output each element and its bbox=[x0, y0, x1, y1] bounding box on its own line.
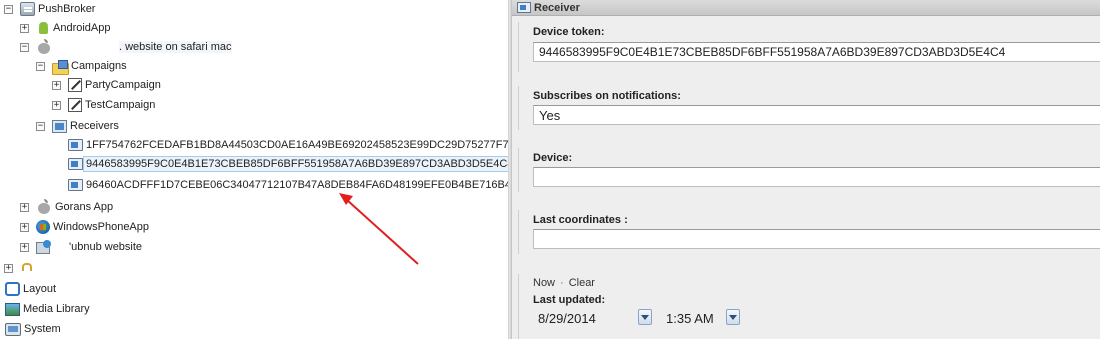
coordinates-field[interactable] bbox=[533, 229, 1100, 249]
expand-toggle[interactable]: + bbox=[20, 242, 29, 252]
system-icon bbox=[5, 322, 21, 336]
tree-node-label[interactable]: 'ubnub website bbox=[69, 241, 142, 253]
device-icon bbox=[68, 158, 83, 170]
tree-node-partycampaign[interactable]: + PartyCampaign bbox=[52, 76, 161, 94]
device-icon bbox=[68, 179, 83, 191]
date-picker[interactable]: 8/29/2014 bbox=[533, 308, 653, 328]
tree-node-label[interactable]: WindowsPhoneApp bbox=[53, 221, 149, 233]
subscribes-section: Subscribes on notifications: Yes bbox=[518, 86, 1100, 130]
now-link[interactable]: Now bbox=[533, 277, 555, 289]
tree-node-label[interactable]: 96460ACDFFF1D7CEBE06C34047712107B47A8DEB… bbox=[86, 179, 511, 191]
tree-node-collapsed[interactable]: + bbox=[4, 259, 33, 277]
tree-node-receiver[interactable]: 96460ACDFFF1D7CEBE06C34047712107B47A8DEB… bbox=[68, 176, 511, 194]
device-token-field[interactable]: 9446583995F9C0E4B1E73CBEB85DF6BFF551958A… bbox=[533, 42, 1100, 62]
layout-icon bbox=[5, 282, 20, 296]
module-label[interactable]: Media Library bbox=[23, 303, 90, 315]
subscribes-label: Subscribes on notifications: bbox=[533, 90, 681, 102]
tree-node-gorans-app[interactable]: + Gorans App bbox=[20, 198, 113, 216]
device-label: Device: bbox=[533, 152, 573, 164]
campaigns-folder-icon bbox=[52, 59, 69, 75]
campaign-icon bbox=[68, 98, 82, 112]
module-label[interactable]: Layout bbox=[23, 283, 56, 295]
tree-node-campaigns[interactable]: − Campaigns bbox=[36, 57, 127, 75]
panel-title: Receiver bbox=[534, 1, 580, 14]
apple-icon bbox=[36, 39, 52, 55]
collapse-toggle[interactable]: − bbox=[36, 121, 45, 131]
expand-toggle[interactable]: + bbox=[52, 100, 61, 110]
tree-node-label[interactable]: PushBroker bbox=[38, 3, 95, 15]
arrow-shaft bbox=[346, 199, 419, 265]
content-tree: − PushBroker + AndroidApp − . website on… bbox=[0, 0, 517, 339]
tree-node-label[interactable]: AndroidApp bbox=[53, 22, 111, 34]
tree-node-label[interactable]: 9446583995F9C0E4B1E73CBEB85DF6BFF551958A… bbox=[83, 156, 517, 172]
time-picker[interactable]: 1:35 AM bbox=[661, 308, 741, 328]
receivers-folder-icon bbox=[52, 119, 67, 133]
coordinates-label: Last coordinates : bbox=[533, 214, 628, 226]
coordinates-section: Last coordinates : bbox=[518, 210, 1100, 254]
subscribes-field[interactable]: Yes bbox=[533, 105, 1100, 125]
chevron-down-icon[interactable] bbox=[638, 309, 652, 325]
last-updated-section: Now · Clear Last updated: 8/29/2014 1:35 A… bbox=[518, 274, 1100, 339]
expand-toggle[interactable]: + bbox=[20, 222, 29, 232]
android-icon bbox=[36, 21, 50, 35]
tree-node-label[interactable]: Gorans App bbox=[55, 201, 113, 213]
tree-node-label[interactable]: PartyCampaign bbox=[85, 79, 161, 91]
tree-node-label[interactable]: Receivers bbox=[70, 120, 119, 132]
redacted-text bbox=[55, 41, 119, 53]
device-section: Device: bbox=[518, 148, 1100, 192]
expand-toggle[interactable]: + bbox=[20, 202, 29, 212]
date-value[interactable]: 8/29/2014 bbox=[538, 311, 596, 326]
device-icon bbox=[68, 139, 83, 151]
server-icon bbox=[20, 2, 35, 16]
module-label[interactable]: System bbox=[24, 323, 61, 335]
tree-node-windowsphoneapp[interactable]: + WindowsPhoneApp bbox=[20, 218, 149, 236]
campaign-icon bbox=[68, 78, 82, 92]
expand-toggle[interactable]: + bbox=[20, 23, 29, 33]
collapse-toggle[interactable]: − bbox=[36, 61, 45, 71]
expand-toggle[interactable]: + bbox=[52, 80, 61, 90]
arrow-head bbox=[339, 193, 353, 205]
windows-icon bbox=[36, 220, 50, 234]
device-token-label: Device token: bbox=[533, 26, 605, 38]
tree-node-safari-website[interactable]: − . website on safari mac bbox=[20, 38, 232, 56]
module-media-library[interactable]: Media Library bbox=[5, 300, 90, 318]
tree-node-pubnub-website[interactable]: + 'ubnub website bbox=[20, 238, 142, 256]
tree-node-label[interactable]: Campaigns bbox=[71, 60, 127, 72]
tree-node-receiver[interactable]: 1FF754762FCEDAFB1BD8A44503CD0AE16A49BE69… bbox=[68, 136, 509, 154]
tree-node-label[interactable]: TestCampaign bbox=[85, 99, 155, 111]
panel-header: Receiver bbox=[512, 0, 1100, 16]
device-token-section: Device token: 9446583995F9C0E4B1E73CBEB8… bbox=[518, 22, 1100, 72]
tree-node-androidapp[interactable]: + AndroidApp bbox=[20, 19, 111, 37]
tree-node-receivers[interactable]: − Receivers bbox=[36, 117, 119, 135]
separator-dot: · bbox=[560, 277, 564, 289]
media-library-icon bbox=[5, 302, 20, 316]
lock-icon bbox=[20, 263, 32, 271]
module-system[interactable]: System bbox=[5, 320, 61, 338]
time-value[interactable]: 1:35 AM bbox=[666, 311, 714, 326]
module-layout[interactable]: Layout bbox=[5, 280, 56, 298]
clear-link[interactable]: Clear bbox=[569, 277, 595, 289]
web-icon bbox=[36, 240, 52, 254]
receiver-icon bbox=[517, 2, 531, 13]
expand-toggle[interactable]: + bbox=[4, 263, 13, 273]
redacted-text bbox=[55, 241, 69, 253]
last-updated-label: Last updated: bbox=[533, 294, 606, 306]
collapse-toggle[interactable]: − bbox=[20, 42, 29, 52]
apple-icon bbox=[36, 199, 52, 215]
collapse-toggle[interactable]: − bbox=[4, 4, 13, 14]
date-links: Now · Clear bbox=[533, 277, 595, 289]
chevron-down-icon[interactable] bbox=[726, 309, 740, 325]
tree-node-testcampaign[interactable]: + TestCampaign bbox=[52, 96, 155, 114]
tree-node-label[interactable]: . website on safari mac bbox=[119, 41, 232, 53]
tree-node-pushbroker[interactable]: − PushBroker bbox=[4, 0, 95, 18]
receiver-panel: Receiver Device token: 9446583995F9C0E4B… bbox=[512, 0, 1100, 339]
device-field[interactable] bbox=[533, 167, 1100, 187]
tree-node-label[interactable]: 1FF754762FCEDAFB1BD8A44503CD0AE16A49BE69… bbox=[86, 139, 509, 151]
tree-node-receiver-selected[interactable]: 9446583995F9C0E4B1E73CBEB85DF6BFF551958A… bbox=[68, 155, 517, 173]
